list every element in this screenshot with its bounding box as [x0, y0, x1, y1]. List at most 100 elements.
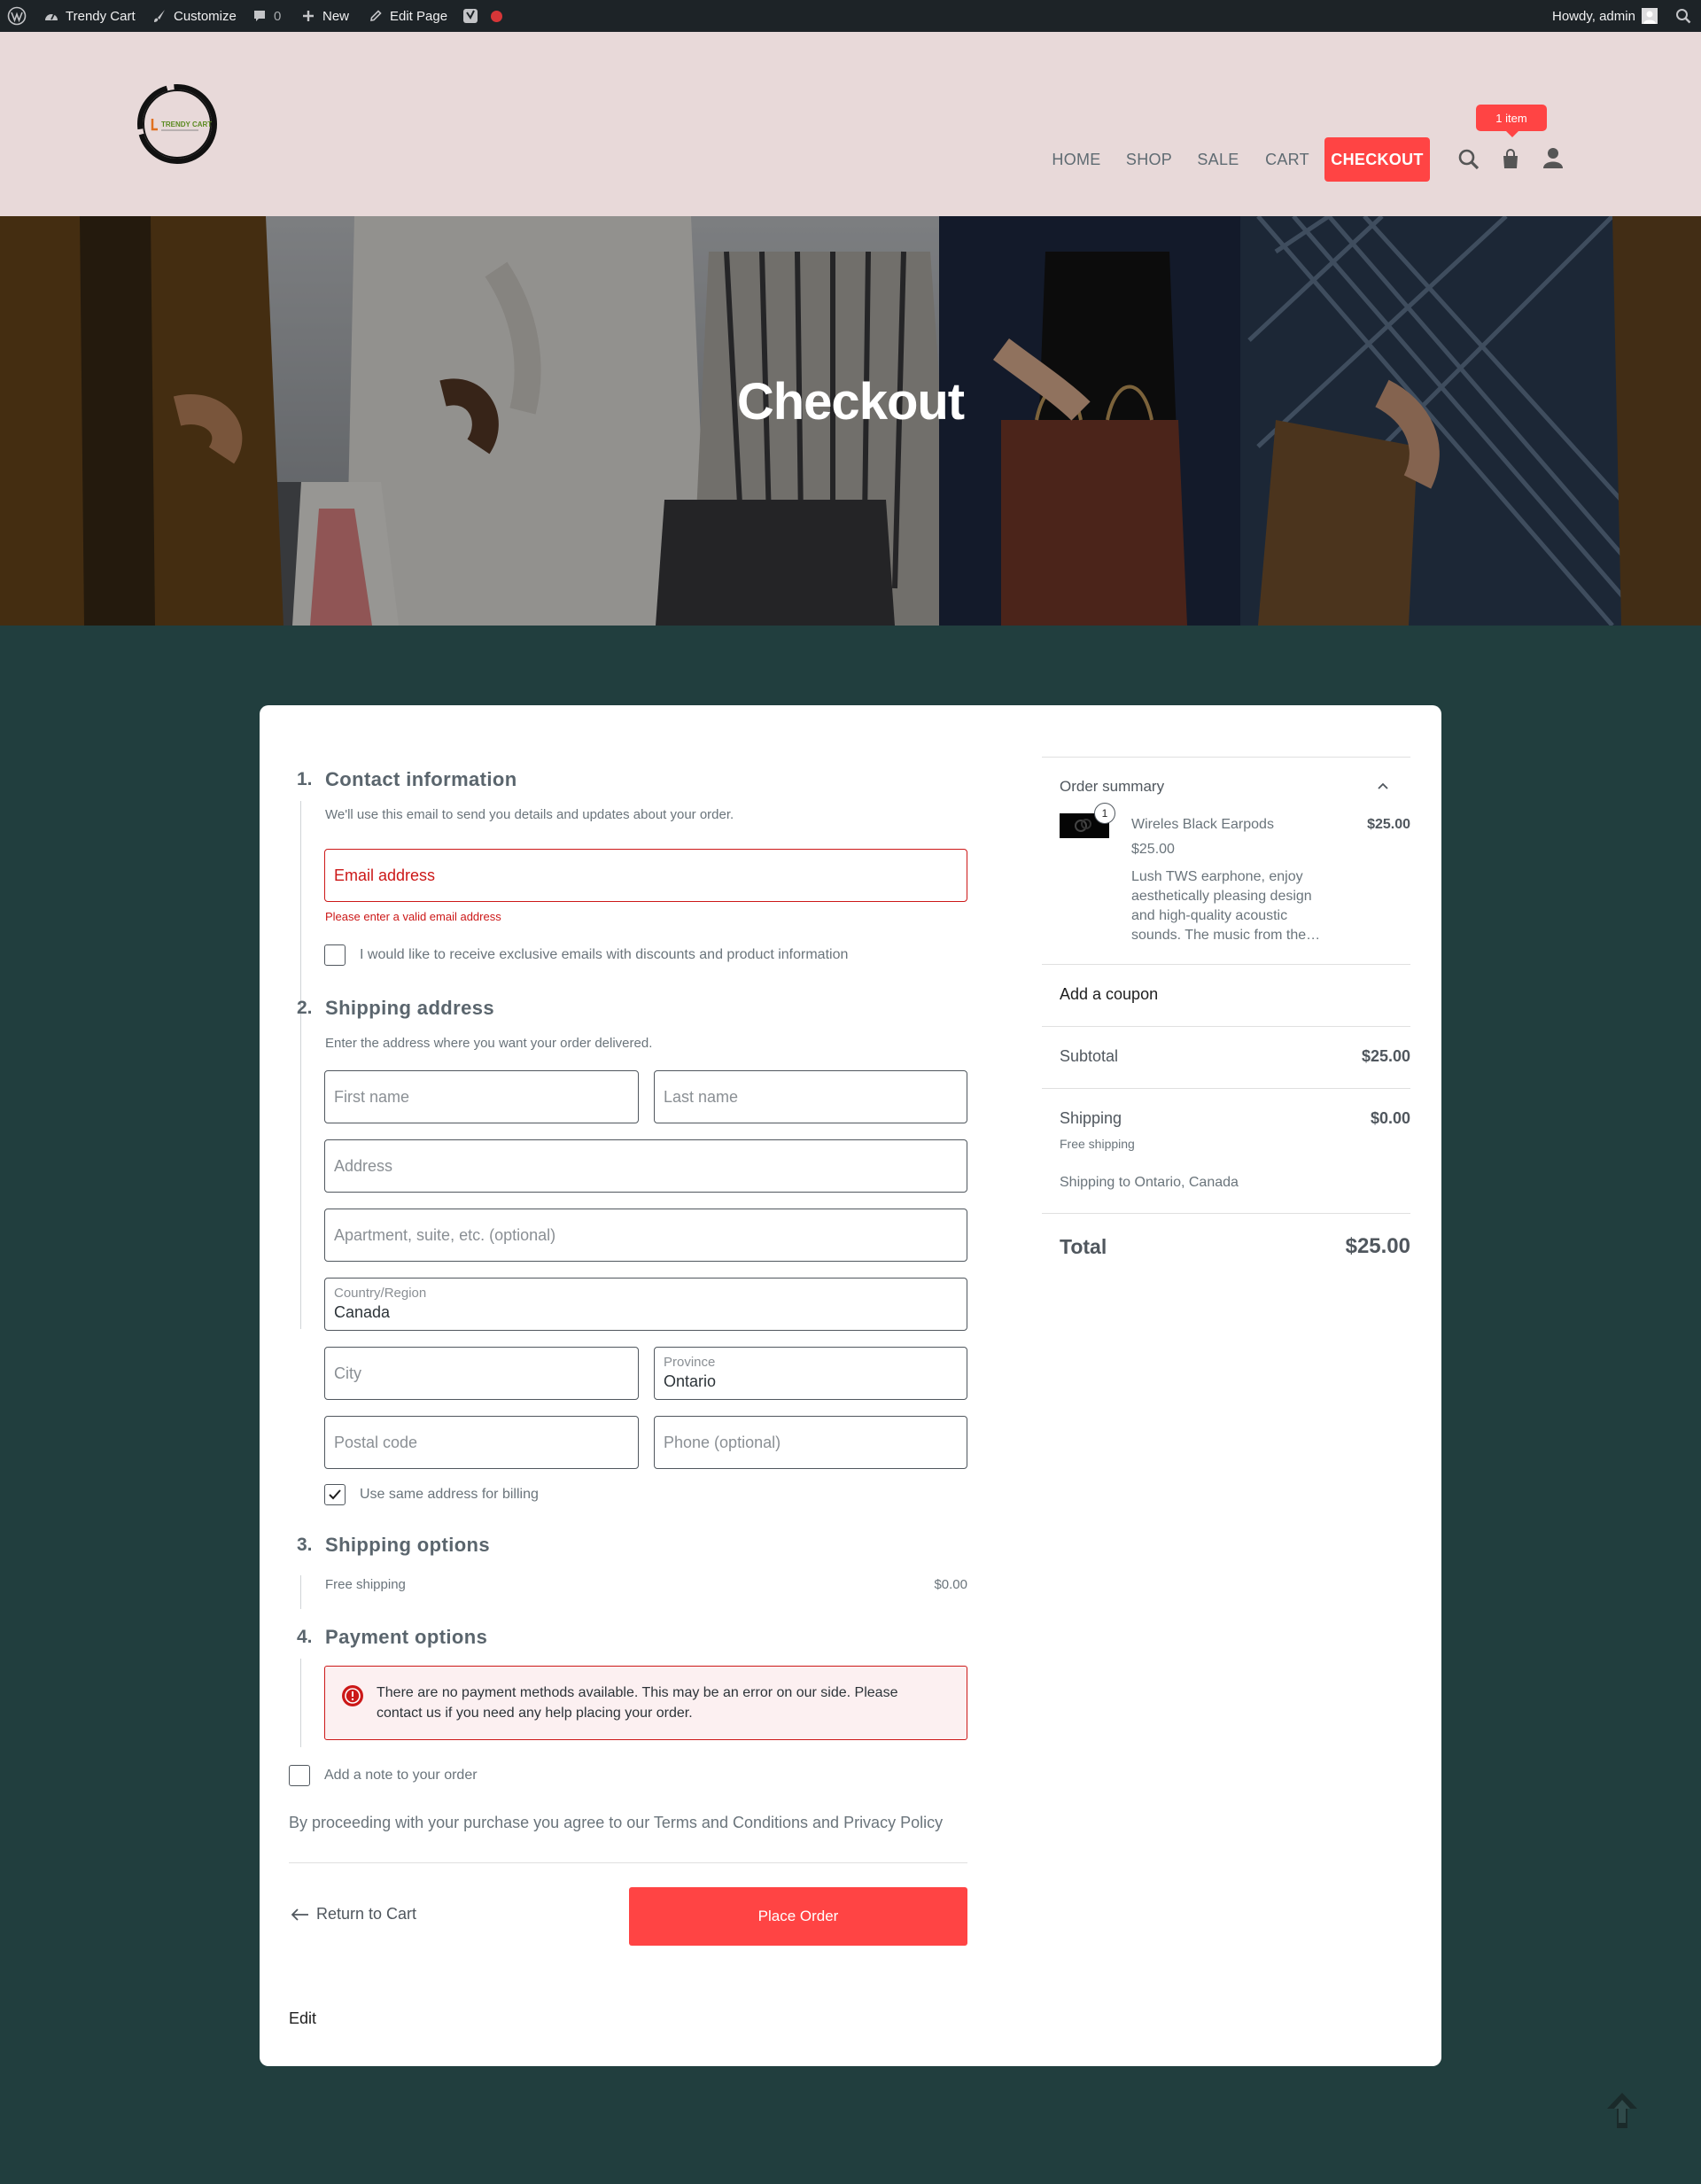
admin-comments-link[interactable]: 0 [251, 0, 281, 32]
nav-sale[interactable]: SALE [1192, 137, 1245, 182]
nav-cart[interactable]: CART [1261, 137, 1314, 182]
page-title: Checkout [736, 373, 965, 431]
shipping-label: Shipping [1060, 1109, 1122, 1127]
shipping-option-free[interactable]: Free shipping [325, 1577, 406, 1592]
return-to-cart-link[interactable]: Return to Cart [291, 1905, 416, 1924]
admin-account-link[interactable]: Howdy, admin [1552, 0, 1658, 32]
dashboard-icon [43, 8, 59, 25]
nav-checkout[interactable]: CHECKOUT [1324, 137, 1430, 182]
province-select[interactable]: Province Ontario [654, 1347, 967, 1400]
phone-field[interactable]: Phone (optional) [654, 1416, 967, 1469]
last-name-placeholder: Last name [664, 1087, 739, 1106]
address-placeholder: Address [334, 1156, 393, 1175]
same-billing-checkbox[interactable] [324, 1484, 346, 1505]
privacy-link[interactable]: Privacy Policy [843, 1814, 943, 1831]
last-name-field[interactable]: Last name [654, 1070, 967, 1123]
contact-step-title: Contact information [325, 768, 517, 790]
plus-icon [299, 8, 316, 25]
province-value: Ontario [664, 1372, 717, 1390]
country-select[interactable]: Country/Region Canada [324, 1278, 967, 1331]
item-quantity-badge: 1 [1094, 803, 1115, 824]
nav-home[interactable]: HOME [1045, 137, 1107, 182]
add-coupon-link[interactable]: Add a coupon [1060, 985, 1158, 1004]
edit-link[interactable]: Edit [289, 2009, 316, 2028]
contact-step-number: 1. [297, 769, 313, 789]
chevron-up-icon[interactable] [1376, 780, 1390, 796]
actions-divider [289, 1862, 967, 1863]
shipping-destination: Shipping to Ontario, Canada [1060, 1175, 1239, 1190]
shipping-step-title: Shipping address [325, 997, 494, 1019]
order-note-label: Add a note to your order [324, 1768, 478, 1783]
apartment-placeholder: Apartment, suite, etc. (optional) [334, 1225, 556, 1244]
admin-new-label: New [322, 8, 350, 24]
email-field[interactable]: Email address [324, 849, 967, 902]
shopping-bag-icon[interactable] [1498, 147, 1523, 172]
yoast-icon[interactable] [462, 0, 478, 32]
postal-code-field[interactable]: Postal code [324, 1416, 639, 1469]
return-to-cart-label: Return to Cart [316, 1905, 417, 1923]
summary-divider [1042, 1026, 1410, 1027]
admin-edit-page-label: Edit Page [390, 8, 448, 24]
scroll-to-top-icon[interactable] [1605, 2091, 1639, 2130]
error-alert-icon [341, 1684, 364, 1707]
admin-site-link[interactable]: Trendy Cart [43, 0, 136, 32]
pencil-icon [367, 8, 384, 25]
city-placeholder: City [334, 1364, 361, 1382]
payment-step-number: 4. [297, 1627, 313, 1647]
user-account-icon[interactable] [1541, 145, 1565, 170]
admin-customize-label: Customize [174, 8, 237, 24]
item-total-price: $25.00 [1367, 817, 1410, 832]
order-note-checkbox[interactable] [289, 1765, 310, 1786]
shipping-description: Enter the address where you want your or… [325, 1036, 653, 1051]
address-field[interactable]: Address [324, 1139, 967, 1193]
shipping-step-number: 2. [297, 998, 313, 1018]
phone-placeholder: Phone (optional) [664, 1433, 781, 1451]
comment-icon [251, 8, 268, 25]
postal-code-placeholder: Postal code [334, 1433, 418, 1451]
payment-step-title: Payment options [325, 1626, 488, 1648]
city-field[interactable]: City [324, 1347, 639, 1400]
admin-customize-link[interactable]: Customize [151, 0, 237, 32]
email-placeholder: Email address [334, 866, 436, 884]
logo-text: TRENDY CART [161, 120, 212, 128]
place-order-button[interactable]: Place Order [629, 1887, 967, 1946]
terms-link[interactable]: Terms and Conditions [654, 1814, 808, 1831]
apartment-field[interactable]: Apartment, suite, etc. (optional) [324, 1209, 967, 1262]
search-icon[interactable] [1456, 147, 1481, 172]
country-value: Canada [334, 1303, 391, 1321]
site-logo[interactable]: TRENDY CART [135, 82, 220, 167]
nav-shop[interactable]: SHOP [1122, 137, 1177, 182]
item-unit-price: $25.00 [1131, 842, 1175, 857]
terms-and: and [808, 1814, 844, 1831]
total-label: Total [1060, 1235, 1107, 1258]
summary-divider [1042, 1088, 1410, 1089]
admin-site-name: Trendy Cart [66, 8, 136, 24]
step-connector-line [300, 1659, 301, 1747]
total-value: $25.00 [1345, 1234, 1410, 1258]
wordpress-logo-icon[interactable] [7, 0, 27, 32]
summary-divider [1042, 964, 1410, 965]
cart-count-badge: 1 item [1476, 105, 1547, 137]
shipping-options-step-title: Shipping options [325, 1534, 491, 1556]
province-label: Province [664, 1355, 716, 1370]
admin-comments-count: 0 [274, 8, 282, 24]
shipping-options-step-number: 3. [297, 1535, 313, 1555]
step-connector-line [300, 1030, 301, 1329]
summary-top-divider [1042, 757, 1410, 758]
site-header: TRENDY CART HOME SHOP SALE CART CHECKOUT… [0, 32, 1701, 216]
newsletter-checkbox[interactable] [324, 944, 346, 966]
admin-search-icon[interactable] [1675, 0, 1691, 32]
email-error-message: Please enter a valid email address [325, 910, 501, 923]
checkmark-icon [329, 1489, 341, 1500]
admin-new-link[interactable]: New [299, 0, 349, 32]
arrow-left-icon [291, 1908, 308, 1921]
shipping-option-price: $0.00 [934, 1577, 967, 1592]
subtotal-label: Subtotal [1060, 1047, 1119, 1065]
first-name-field[interactable]: First name [324, 1070, 639, 1123]
order-summary-title[interactable]: Order summary [1060, 778, 1164, 796]
checkout-card: 1. Contact information We'll use this em… [260, 705, 1441, 2066]
country-label: Country/Region [334, 1286, 427, 1301]
admin-edit-page-link[interactable]: Edit Page [367, 0, 447, 32]
item-description: Lush TWS earphone, enjoy aesthetically p… [1131, 869, 1321, 943]
brush-icon [151, 8, 167, 25]
